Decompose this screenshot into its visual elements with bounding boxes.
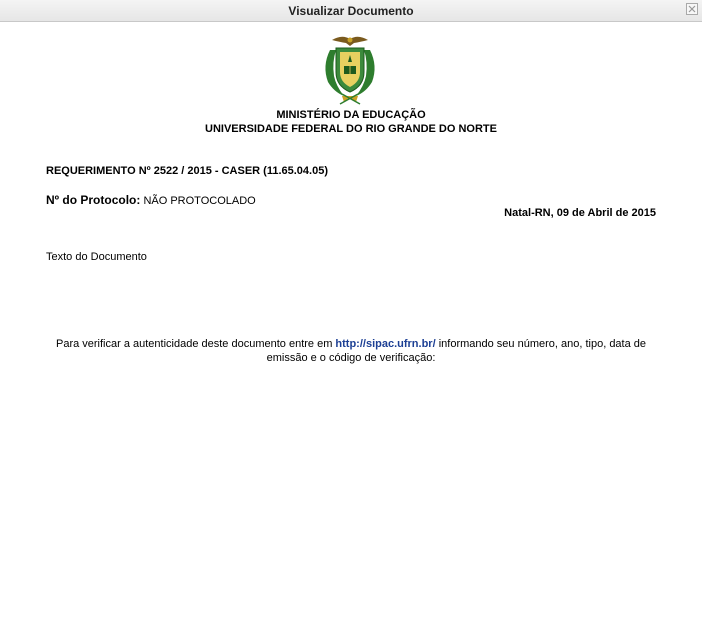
verify-prefix: Para verificar a autenticidade deste doc…: [55, 338, 336, 350]
document-date: Natal-RN, 09 de Abril de 2015: [504, 207, 656, 219]
verification-link[interactable]: http://sipac.ufrn.br/: [335, 338, 435, 350]
dialog-titlebar: Visualizar Documento: [0, 0, 702, 22]
close-icon: [688, 5, 696, 13]
dialog-title: Visualizar Documento: [288, 4, 414, 18]
verification-notice: Para verificar a autenticidade deste doc…: [46, 337, 656, 365]
requerimento-title: REQUERIMENTO Nº 2522 / 2015 - CASER (11.…: [46, 165, 328, 177]
university-name: UNIVERSIDADE FEDERAL DO RIO GRANDE DO NO…: [205, 123, 497, 135]
university-crest-icon: [325, 36, 375, 105]
document-body: Texto do Documento: [46, 251, 147, 263]
protocol-value: NÃO PROTOCOLADO: [143, 195, 256, 207]
close-button[interactable]: [686, 3, 698, 15]
ministry-name: MINISTÉRIO DA EDUCAÇÃO: [276, 109, 426, 121]
protocol-line: Nº do Protocolo: NÃO PROTOCOLADO: [46, 193, 256, 207]
protocol-label: Nº do Protocolo:: [46, 193, 141, 207]
